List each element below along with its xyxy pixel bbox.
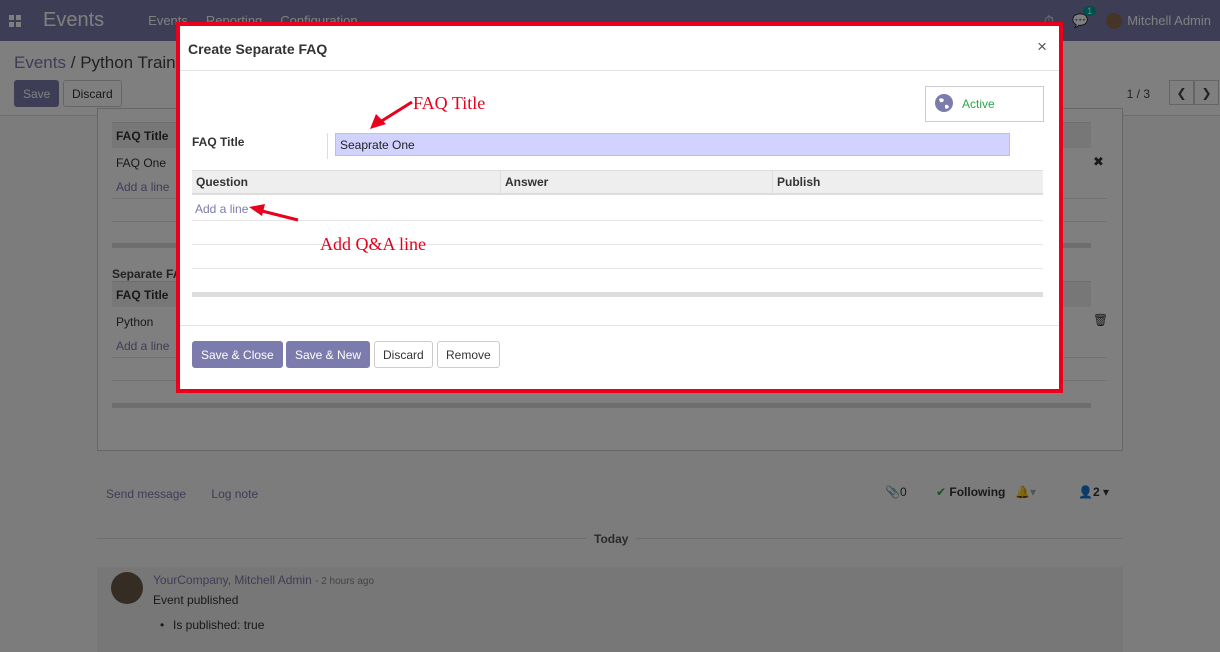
arrow-head xyxy=(249,204,265,216)
arrow-to-faq-title xyxy=(379,100,413,124)
annotation-arrows xyxy=(249,100,413,222)
arrow-to-add-line xyxy=(261,209,299,222)
